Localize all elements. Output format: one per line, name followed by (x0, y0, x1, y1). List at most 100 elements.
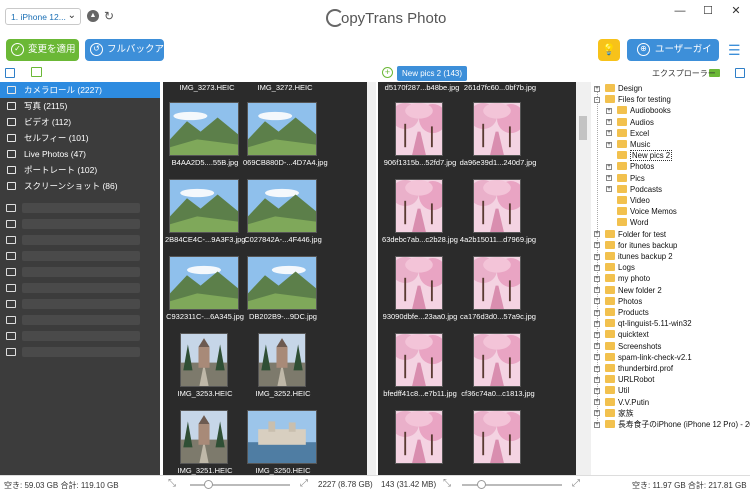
photo-thumbnail[interactable] (247, 410, 317, 464)
photo-thumbnail[interactable] (469, 410, 525, 464)
folder-tree-item[interactable]: Util (605, 385, 629, 396)
new-album-icon[interactable] (31, 67, 42, 77)
photo-thumbnail[interactable] (469, 333, 525, 387)
redacted-album-item[interactable] (22, 299, 140, 309)
photo-thumbnail[interactable] (469, 102, 525, 156)
collapse-right-icon[interactable] (735, 68, 745, 78)
folder-tree-item[interactable]: Podcasts (617, 184, 662, 195)
folder-tree-item[interactable]: Audios (617, 117, 654, 128)
scrollbar-thumb[interactable] (579, 116, 587, 140)
photo-thumbnail[interactable] (391, 333, 447, 387)
shrink-icon[interactable]: ⤡ (443, 478, 451, 489)
user-guide-button[interactable]: ⊕ ユーザーガイド (627, 39, 719, 77)
eject-icon[interactable]: ▲ (87, 10, 99, 22)
photo-thumbnail[interactable] (469, 256, 525, 310)
expand-node-icon[interactable]: + (594, 410, 600, 417)
expand-node-icon[interactable]: + (594, 287, 600, 294)
folder-tree-item[interactable]: Products (605, 307, 649, 318)
photo-thumbnail[interactable] (169, 256, 239, 310)
zoom-slider-knob[interactable] (204, 480, 213, 489)
folder-tree-item[interactable]: my photo (605, 273, 650, 284)
expand-node-icon[interactable]: + (594, 343, 600, 350)
lightbulb-icon[interactable]: 💡 (598, 39, 620, 61)
photo-thumbnail[interactable] (469, 179, 525, 233)
zoom-slider-knob[interactable] (477, 480, 486, 489)
folder-tree-item[interactable]: qt-linguist-5.11-win32 (605, 318, 692, 329)
photo-thumbnail[interactable] (391, 179, 447, 233)
expand-node-icon[interactable]: + (594, 242, 600, 249)
photo-thumbnail[interactable] (391, 102, 447, 156)
photo-thumbnail[interactable] (391, 410, 447, 464)
folder-tree-item[interactable]: New pics 2 (617, 150, 673, 162)
photo-thumbnail[interactable] (180, 333, 228, 387)
expand-node-icon[interactable]: + (594, 387, 600, 394)
folder-tree-item[interactable]: Folder for test (605, 229, 666, 240)
redacted-album-item[interactable] (22, 315, 140, 325)
folder-tree-item[interactable]: 長寿食子のiPhone (iPhone 12 Pro) - 2021 (605, 419, 750, 430)
folder-tree-item[interactable]: Screenshots (605, 341, 661, 352)
folder-tree-item[interactable]: V.V.Putin (605, 397, 649, 408)
folder-tree-item[interactable]: for itunes backup (605, 240, 677, 251)
expand-node-icon[interactable]: + (594, 331, 600, 338)
photo-thumbnail[interactable] (391, 256, 447, 310)
folder-tree-item[interactable]: URLRobot (605, 374, 654, 385)
photo-thumbnail[interactable] (247, 179, 317, 233)
expand-node-icon[interactable]: + (606, 107, 612, 114)
album-item[interactable]: スクリーンショット (86) (0, 178, 160, 194)
album-item[interactable]: セルフィー (101) (0, 130, 160, 146)
redacted-album-item[interactable] (22, 203, 140, 213)
folder-tree-item[interactable]: Video (617, 195, 650, 206)
device-select[interactable]: 1. iPhone 12... ⌄ (5, 8, 81, 25)
photo-thumbnail[interactable] (247, 102, 317, 156)
folder-tree-item[interactable]: Photos (605, 296, 642, 307)
expand-node-icon[interactable]: + (594, 365, 600, 372)
close-button[interactable]: ✕ (722, 0, 750, 24)
expand-node-icon[interactable]: + (606, 175, 612, 182)
expand-node-icon[interactable]: + (594, 298, 600, 305)
add-photos-icon[interactable]: + (382, 67, 393, 78)
folder-tree-item[interactable]: quicktext (605, 329, 649, 340)
folder-tree-item[interactable]: Photos (617, 161, 654, 172)
expand-node-icon[interactable]: + (606, 141, 612, 148)
expand-node-icon[interactable]: + (594, 231, 600, 238)
photo-thumbnail[interactable] (258, 333, 306, 387)
folder-tree-item[interactable]: Voice Memos (617, 206, 677, 217)
photo-thumbnail[interactable] (247, 256, 317, 310)
expand-node-icon[interactable]: + (606, 186, 612, 193)
redacted-album-item[interactable] (22, 219, 140, 229)
redacted-album-item[interactable] (22, 251, 140, 261)
collapse-node-icon[interactable]: - (594, 96, 600, 103)
redacted-album-item[interactable] (22, 235, 140, 245)
folder-tree-item[interactable]: New folder 2 (605, 285, 662, 296)
shrink-icon[interactable]: ⤡ (168, 478, 176, 489)
folder-tree-item[interactable]: Word (617, 217, 649, 228)
redacted-album-item[interactable] (22, 267, 140, 277)
folder-tree-item[interactable]: Pics (617, 173, 645, 184)
grid-splitter[interactable] (367, 82, 376, 475)
album-item[interactable]: Live Photos (47) (0, 146, 160, 162)
pc-grid-scrollbar[interactable] (576, 82, 591, 475)
photo-thumbnail[interactable] (169, 102, 239, 156)
photo-thumbnail[interactable] (180, 410, 228, 464)
folder-tree-item[interactable]: Excel (617, 128, 649, 139)
folder-tree-item[interactable]: Logs (605, 262, 635, 273)
expand-node-icon[interactable]: + (594, 253, 600, 260)
photo-thumbnail[interactable] (169, 179, 239, 233)
refresh-icon[interactable]: ↻ (104, 9, 114, 23)
redacted-album-item[interactable] (22, 331, 140, 341)
expand-icon[interactable]: ⤢ (300, 478, 308, 489)
expand-node-icon[interactable]: + (594, 275, 600, 282)
folder-tree-item[interactable]: Music (617, 139, 650, 150)
folder-tree-item[interactable]: thunderbird.prof (605, 363, 673, 374)
folder-tree-item[interactable]: Audiobooks (617, 105, 671, 116)
folder-tree-item[interactable]: Design (605, 83, 642, 94)
collapse-left-icon[interactable] (5, 68, 15, 78)
folder-tree-item[interactable]: spam-link-check-v2.1 (605, 352, 692, 363)
expand-node-icon[interactable]: + (594, 85, 600, 92)
apply-changes-button[interactable]: ✓ 変更を適用 (6, 39, 79, 61)
expand-node-icon[interactable]: + (594, 320, 600, 327)
redacted-album-item[interactable] (22, 283, 140, 293)
maximize-button[interactable]: ☐ (694, 0, 722, 24)
expand-node-icon[interactable]: + (606, 119, 612, 126)
expand-node-icon[interactable]: + (594, 264, 600, 271)
